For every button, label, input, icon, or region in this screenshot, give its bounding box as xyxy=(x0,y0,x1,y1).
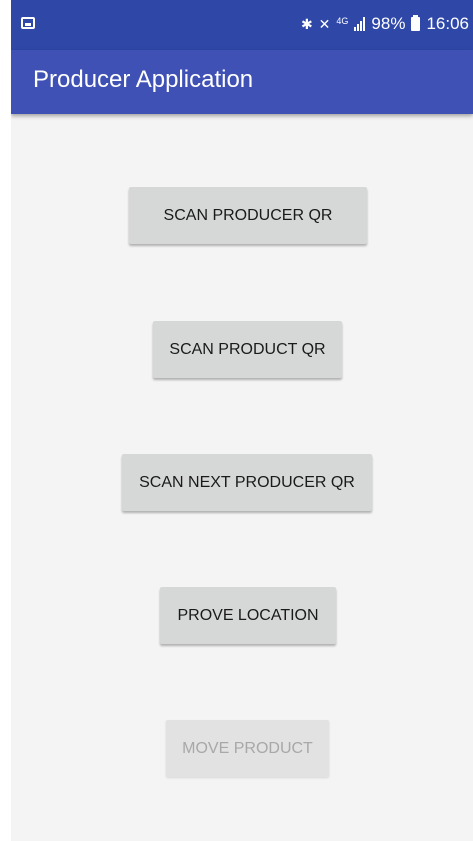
vibrate-mute-icon: ✕ xyxy=(318,16,331,32)
app-screen: ✱ ✕ 4G 98% 16:06 Producer Application SC… xyxy=(11,0,473,841)
scan-next-producer-qr-button[interactable]: SCAN NEXT PRODUCER QR xyxy=(122,454,372,511)
battery-icon xyxy=(411,15,421,31)
prove-location-button[interactable]: PROVE LOCATION xyxy=(160,587,336,644)
move-product-button: MOVE PRODUCT xyxy=(166,720,329,777)
status-bar: ✱ ✕ 4G 98% 16:06 xyxy=(11,0,473,50)
status-indicators: ✱ ✕ 4G 98% 16:06 xyxy=(301,13,469,35)
status-time: 16:06 xyxy=(426,14,469,33)
scan-product-qr-button[interactable]: SCAN PRODUCT QR xyxy=(153,321,342,378)
network-type-label: 4G xyxy=(336,15,349,26)
image-notification-icon xyxy=(21,17,35,29)
app-toolbar: Producer Application xyxy=(11,50,473,114)
signal-strength-icon xyxy=(354,17,366,31)
bluetooth-icon: ✱ xyxy=(300,16,313,32)
scan-producer-qr-button[interactable]: SCAN PRODUCER QR xyxy=(129,187,367,244)
battery-percent: 98% xyxy=(371,14,406,33)
app-title: Producer Application xyxy=(33,66,254,93)
